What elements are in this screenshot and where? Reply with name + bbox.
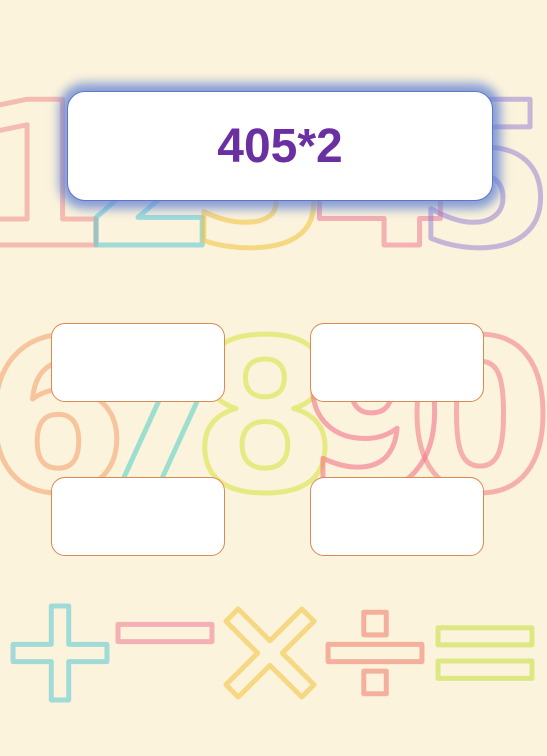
background-glyph: =: [422, 562, 547, 736]
question-card: 405*2: [67, 91, 493, 201]
background-glyph: ÷: [312, 562, 438, 736]
answer-option-3[interactable]: [51, 477, 225, 556]
answer-option-4[interactable]: [310, 477, 484, 556]
answer-option-2[interactable]: [310, 323, 484, 402]
answer-option-1[interactable]: [51, 323, 225, 402]
question-expression: 405*2: [217, 119, 343, 173]
